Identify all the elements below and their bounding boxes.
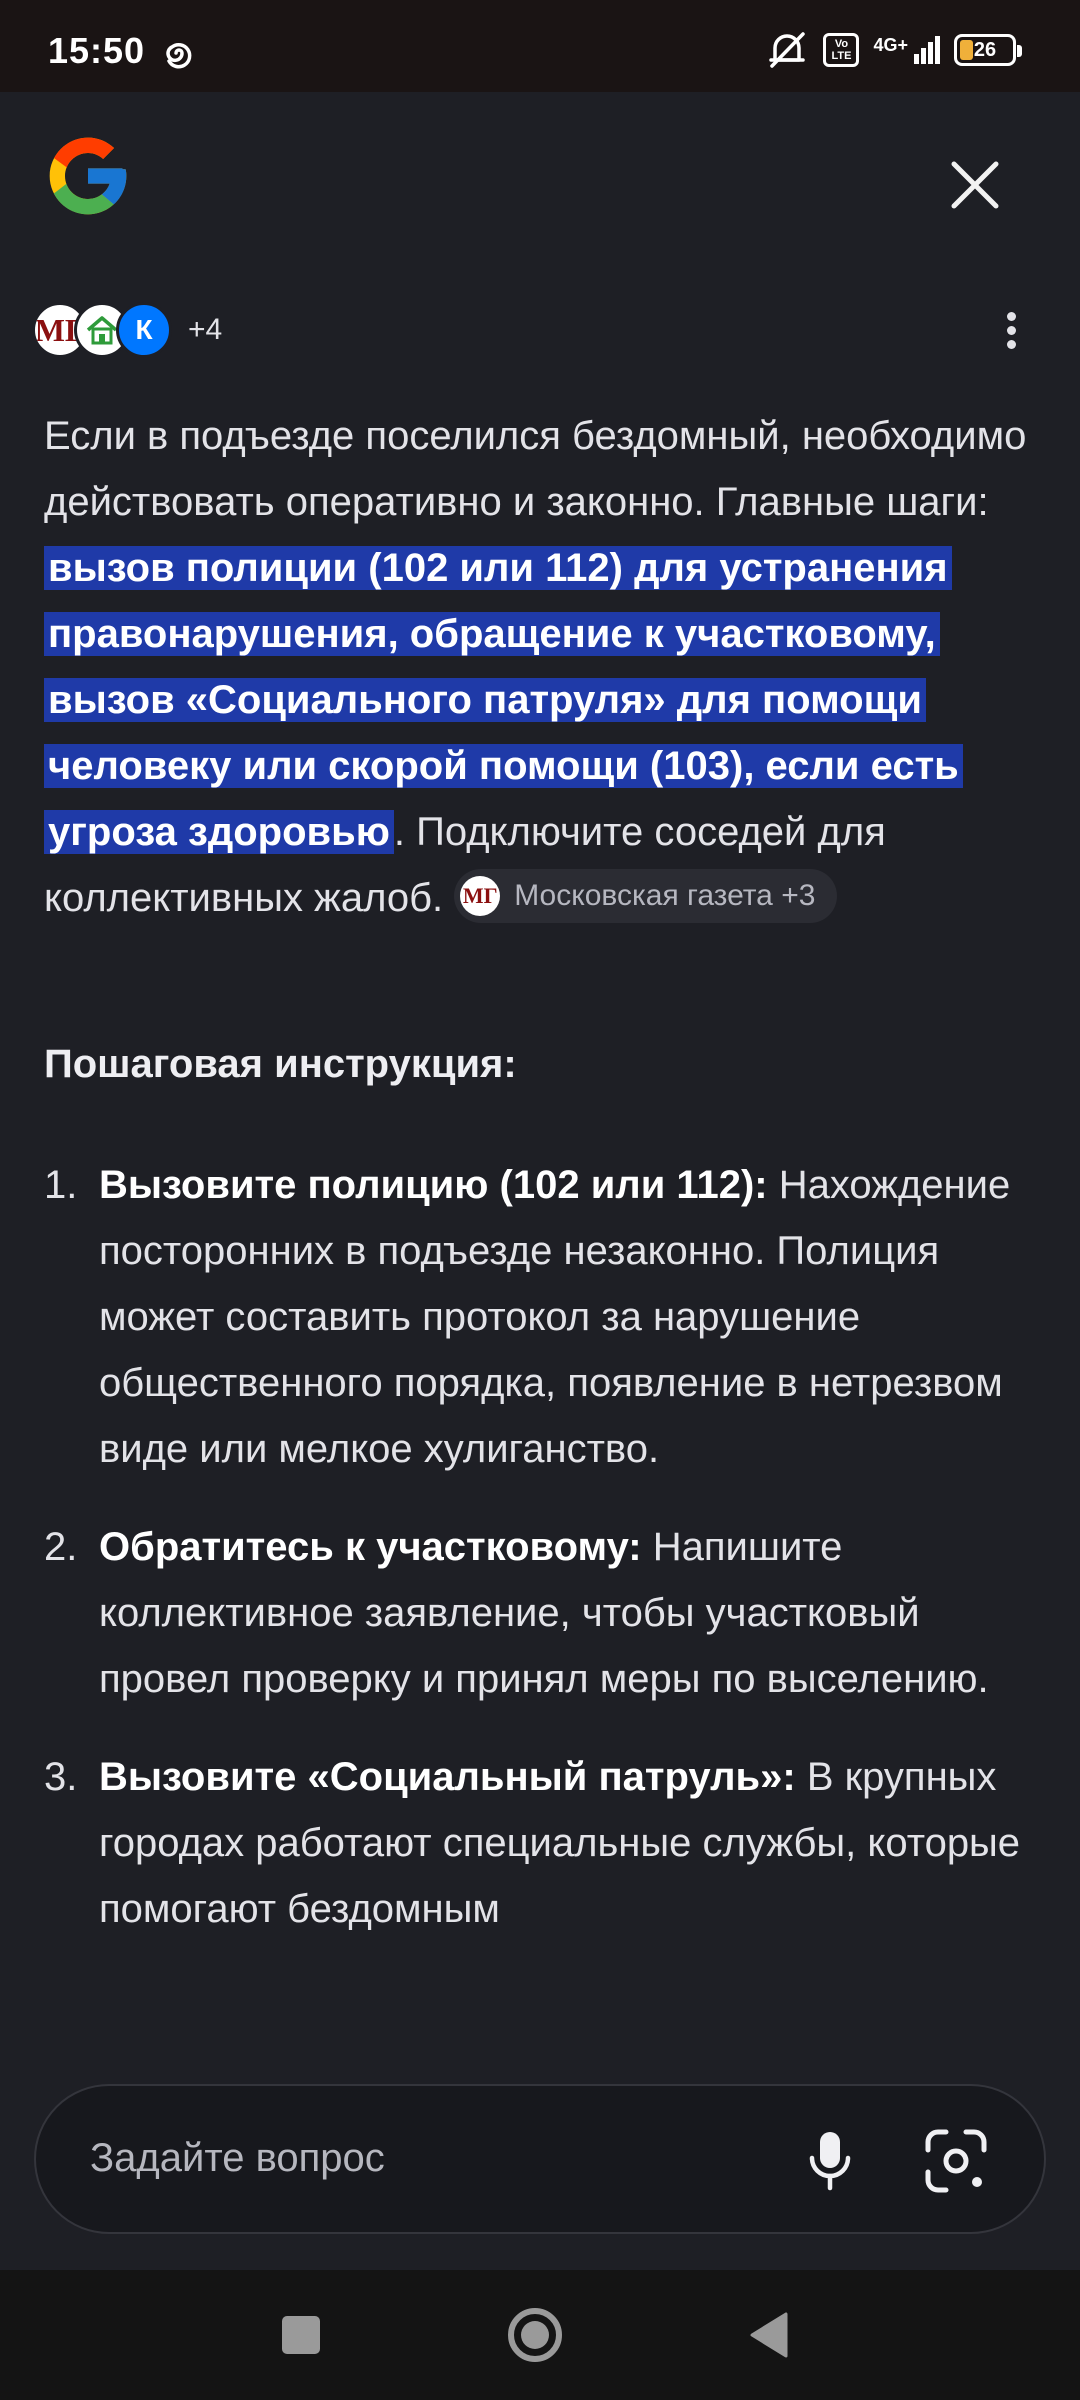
steps-list: 1. Вызовите полицию (102 или 112): Нахож… — [44, 1152, 1044, 2042]
back-icon[interactable] — [734, 2300, 804, 2370]
answer-highlight[interactable]: вызов полиции (102 или 112) для устранен… — [44, 546, 963, 854]
sources-more-count[interactable]: +4 — [188, 313, 222, 347]
answer-intro: Если в подъезде поселился бездомный, нео… — [44, 414, 1027, 524]
close-button[interactable] — [940, 150, 1010, 220]
ask-placeholder: Задайте вопрос — [90, 2136, 385, 2180]
google-lens-icon[interactable] — [922, 2128, 990, 2194]
step-text: Нахождение посторонних в подъезде незако… — [99, 1163, 1011, 1471]
battery-level: 26 — [973, 39, 997, 61]
source-avatar-vk[interactable]: К — [116, 302, 172, 358]
mute-icon — [769, 32, 806, 68]
close-icon — [951, 161, 999, 209]
chip-avatar: МГ — [460, 876, 501, 917]
volte-icon: Vo LTE — [823, 33, 860, 67]
answer-paragraph: Если в подъезде поселился бездомный, нео… — [44, 403, 1044, 931]
step-title: Вызовите «Социальный патруль»: — [99, 1755, 796, 1799]
more-vert-icon[interactable] — [996, 308, 1026, 358]
step-title: Вызовите полицию (102 или 112): — [99, 1163, 768, 1207]
chip-label: Московская газета +3 — [514, 879, 816, 913]
list-item: 3. Вызовите «Социальный патруль»: В круп… — [44, 1744, 1044, 1942]
home-icon[interactable] — [500, 2300, 570, 2370]
swirl-icon — [166, 43, 192, 69]
step-number: 1. — [44, 1163, 78, 1207]
recents-icon[interactable] — [266, 2300, 336, 2370]
system-nav-bar — [0, 2270, 1080, 2400]
status-icons: Vo LTE 4G+ 26 — [765, 30, 1022, 70]
list-item: 2. Обратитесь к участковому: Напишите ко… — [44, 1514, 1044, 1712]
steps-heading: Пошаговая инструкция: — [44, 1042, 517, 1086]
list-item: 1. Вызовите полицию (102 или 112): Нахож… — [44, 1152, 1044, 1482]
ask-input[interactable]: Задайте вопрос — [34, 2084, 1046, 2234]
mic-icon[interactable] — [800, 2128, 860, 2194]
status-bar: 15:50 Vo LTE 4G+ 26 — [0, 0, 1080, 92]
google-g-icon[interactable] — [42, 130, 134, 222]
source-chip[interactable]: МГ Московская газета +3 — [454, 869, 838, 924]
step-number: 2. — [44, 1525, 78, 1569]
battery-icon: 26 — [954, 34, 1022, 66]
signal-icon: 4G+ — [873, 36, 940, 64]
step-title: Обратитесь к участковому: — [99, 1525, 642, 1569]
step-number: 3. — [44, 1755, 78, 1799]
network-type: 4G+ — [873, 35, 908, 55]
status-time: 15:50 — [48, 30, 146, 71]
sources-row[interactable]: МГ К +4 — [32, 300, 222, 360]
